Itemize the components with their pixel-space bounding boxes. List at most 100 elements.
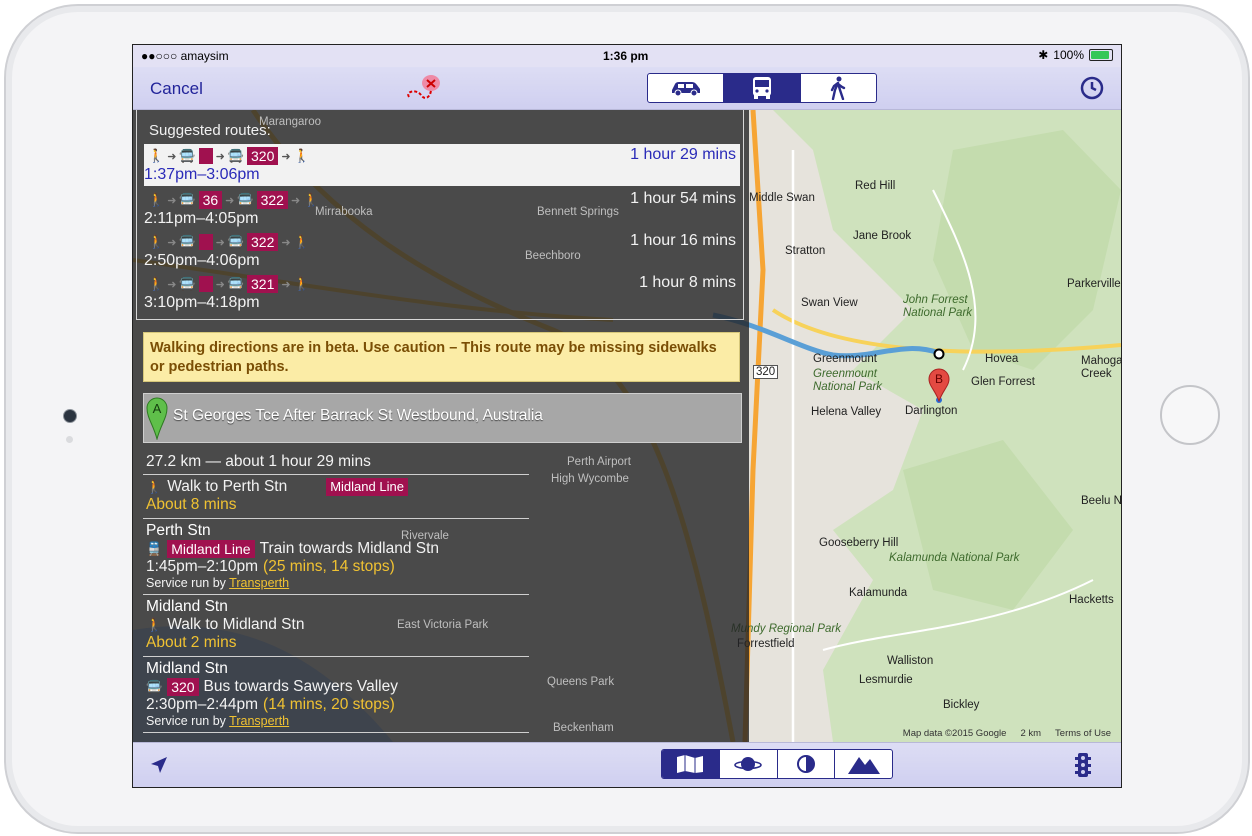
map-label: Beelu Nation [1081,495,1121,507]
step-place: Midland Stn [146,598,228,615]
terms-link[interactable]: Terms of Use [1055,728,1111,739]
map-park-label: Greenmount National Park [813,368,883,393]
route-option[interactable]: 🚶 ➜ 🚍 ➜ 🚍 322 ➜ 🚶 1 hour 16 mins 2:50pm–4:06… [144,230,740,272]
walk-icon: 🚶 [146,479,163,494]
map-label: Glen Forrest [971,376,1035,388]
home-button[interactable] [1160,385,1220,445]
step-line: 🚶 Walk to Perth Stn Midland Line [146,478,529,496]
step-text: Train towards Midland Stn [259,540,440,557]
service-line: Service run by Transperth [146,576,529,590]
map-route-badge: 320 [753,365,779,379]
arrow-icon: ➜ [167,278,177,291]
cancel-button[interactable]: Cancel [150,79,203,99]
route-times: 3:10pm–4:18pm [144,294,260,311]
route-duration: 1 hour 29 mins [630,146,736,163]
mode-transit[interactable] [724,74,801,102]
step-times: 1:45pm–2:10pm [146,558,259,575]
bus-icon: 🚍 [227,234,244,249]
clock-icon[interactable] [1079,75,1105,101]
line-badge: 320 [167,678,199,696]
step-text: Bus towards Sawyers Valley [203,678,398,695]
service-prefix: Service run by [146,714,226,728]
route-badge: 322 [256,191,288,209]
map-label: Hovea [985,353,1019,365]
route-badge: 320 [247,147,279,165]
step-walk[interactable]: 🚶 Walk to Perth Stn Midland Line About 8… [143,475,529,519]
step-bus[interactable]: Midland Stn 🚍 320 Bus towards Sawyers Va… [143,657,529,733]
directions-panel: Marangaroo Mirrabooka Bennett Springs Be… [133,110,749,742]
route-badge [198,276,213,292]
carrier-label: ●●○○○ amaysim [141,49,229,63]
route-option[interactable]: 🚶 ➜ 🚍 ➜ 🚍 320 ➜ 🚶 1 hour 29 mins 1:37pm–3:06… [144,144,740,186]
maptype-standard[interactable] [662,750,720,778]
operator-link[interactable]: Transperth [229,714,289,728]
mode-car[interactable] [648,74,725,102]
route-legs: 🚶 ➜ 🚍 ➜ 🚍 322 ➜ 🚶 [148,233,310,251]
arrow-icon: ➜ [215,278,225,291]
maptype-satellite[interactable] [720,750,778,778]
walk-icon: 🚶 [148,192,165,207]
step-line: 🚆 Midland Line Train towards Midland Stn [146,540,529,558]
arrow-icon: ➜ [281,236,291,249]
map-label: Helena Valley [811,406,882,418]
map-label: Bickley [943,699,980,711]
operator-link[interactable]: Transperth [229,576,289,590]
walk-icon: 🚶 [148,234,165,249]
route-duration: 1 hour 8 mins [639,274,736,291]
status-bar: ●●○○○ amaysim 1:36 pm ✱ 100% [133,45,1121,67]
origin-row[interactable]: A St Georges Tce After Barrack St Westbo… [143,393,742,443]
route-legs: 🚶 ➜ 🚍 ➜ 🚍 321 ➜ 🚶 [148,275,310,293]
walk-icon: 🚶 [303,192,320,207]
walk-icon: 🚶 [293,148,310,163]
map-label: Mahogany Creek [1081,355,1121,380]
route-option[interactable]: 🚶 ➜ 🚍 36 ➜ 🚍 322 ➜ 🚶 1 hour 54 mins 2:11pm–4:… [144,188,740,230]
step-time: About 2 mins [146,634,237,651]
maptype-terrain[interactable] [835,750,892,778]
traffic-icon[interactable] [1075,752,1091,778]
route-option[interactable]: 🚶 ➜ 🚍 ➜ 🚍 321 ➜ 🚶 1 hour 8 mins 3:10pm–4:18p… [144,272,740,314]
route-times: 2:50pm–4:06pm [144,252,260,269]
mode-walk[interactable] [801,74,876,102]
map-label: Kalamunda [849,587,908,599]
map-park-label: Kalamunda National Park [889,552,1020,564]
origin-marker-label: A [153,401,162,416]
maptype-hybrid[interactable] [778,750,836,778]
step-times-line: 1:45pm–2:10pm (25 mins, 14 stops) [146,558,529,576]
map-label: Queens Park [547,676,615,688]
map-label: Perth Airport [567,456,631,468]
bus-icon: 🚍 [179,192,196,207]
step-line: 🚍 320 Bus towards Sawyers Valley [146,678,529,696]
route-duration: 1 hour 16 mins [630,232,736,249]
terrain-icon [847,757,880,774]
suggested-routes-title: Suggested routes: [149,122,271,139]
map-label: Jane Brook [853,230,912,242]
arrow-icon: ➜ [167,194,177,207]
step-train[interactable]: Perth Stn 🚆 Midland Line Train towards M… [143,519,529,595]
map-label: Lesmurdie [859,674,913,686]
step-text: Walk to Midland Stn [167,616,305,633]
step-detail: (25 mins, 14 stops) [263,558,395,575]
walk-icon [831,76,846,100]
route-times: 2:11pm–4:05pm [144,210,259,227]
clear-route-icon[interactable] [403,71,447,105]
arrow-icon: ➜ [281,150,291,163]
map-label: Gooseberry Hill [819,537,899,549]
app-screen: ●●○○○ amaysim 1:36 pm ✱ 100% Cancel Midd… [132,44,1122,788]
train-icon: 🚆 [146,541,163,556]
step-walk[interactable]: Midland Stn 🚶 Walk to Midland Stn About … [143,595,529,657]
arrow-icon: ➜ [167,150,177,163]
location-arrow-icon[interactable] [149,755,169,775]
destination-marker-b[interactable]: B [928,368,950,402]
bus-icon: 🚍 [227,276,244,291]
bus-icon: 🚍 [179,234,196,249]
route-badge: 322 [247,233,279,251]
map-label: Parkerville [1067,278,1121,290]
map-label: Hacketts [1069,594,1114,606]
top-toolbar: Cancel [133,67,1121,110]
map-label: High Wycombe [551,473,629,485]
arrow-icon: ➜ [290,194,301,207]
marker-b-label: B [935,372,943,386]
map-label: Swan View [801,297,858,309]
map-footer: Map data ©2015 Google 2 km Terms of Use [903,728,1111,739]
arrow-icon: ➜ [225,194,235,207]
